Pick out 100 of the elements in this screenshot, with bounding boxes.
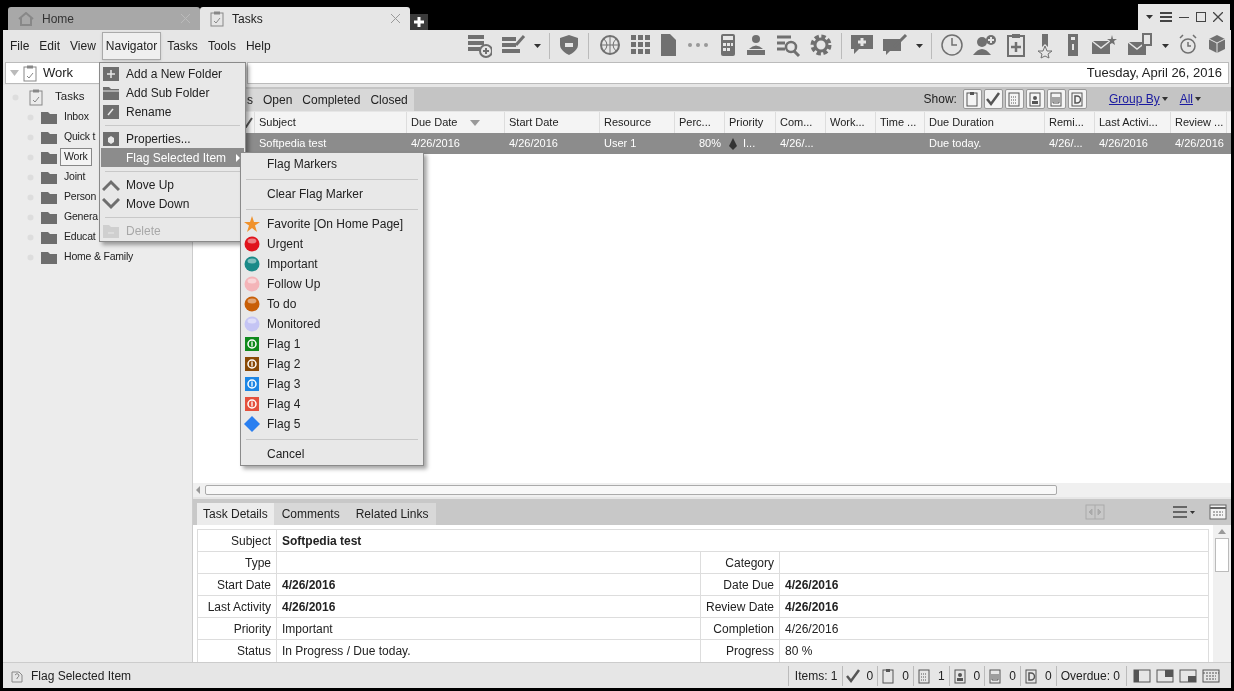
caret-icon[interactable] (1161, 97, 1168, 101)
layout-right-icon[interactable] (1156, 667, 1174, 684)
layout-split-icon[interactable] (1179, 667, 1197, 684)
close-icon[interactable] (1212, 12, 1223, 22)
filter-link[interactable]: All (1179, 90, 1193, 108)
menu-item[interactable]: Flag 4 (242, 394, 422, 414)
tree-item[interactable]: Joint (64, 169, 86, 185)
horizontal-scrollbar-thumb[interactable] (205, 485, 1057, 495)
field-label: Priority (198, 618, 277, 639)
field-value: 4/26/2016 (281, 598, 336, 616)
menu-item[interactable]: Help (240, 32, 276, 60)
caret-icon[interactable] (1145, 15, 1153, 19)
folder-remove-icon (103, 223, 119, 238)
folder-icon (41, 250, 57, 264)
folder-add-icon (103, 66, 119, 81)
field-value: 4/26/2016 (784, 598, 839, 616)
document-icon (1069, 91, 1086, 107)
vertical-scrollbar[interactable] (1213, 525, 1231, 662)
clipboard-add-icon[interactable] (1006, 33, 1026, 59)
calculator-icon[interactable] (719, 33, 737, 59)
tab[interactable]: Tasks (200, 7, 410, 30)
list-menu-icon[interactable] (1173, 506, 1195, 518)
tab[interactable]: Home (8, 7, 200, 30)
menu-item[interactable]: File (5, 32, 35, 60)
group-by-link[interactable]: Group By (1108, 90, 1160, 108)
field-value: Softpedia test (281, 532, 362, 550)
menu-item[interactable]: Follow Up (242, 274, 422, 294)
tree-item[interactable]: Genera (64, 209, 98, 225)
tree-item[interactable]: Home & Family (64, 249, 134, 265)
tree-item[interactable]: Tasks (55, 88, 85, 106)
menu-item[interactable]: Monitored (242, 314, 422, 334)
layout-table-icon[interactable] (1202, 667, 1220, 684)
menu-item[interactable]: View (65, 32, 101, 60)
menu-item[interactable]: Move Down (101, 194, 244, 213)
menu-item[interactable]: Rename (101, 102, 244, 121)
tree-item[interactable]: Educat (64, 229, 96, 245)
show-toggle-button[interactable] (1004, 89, 1024, 109)
menu-item[interactable]: Cancel (242, 444, 422, 464)
menu-item[interactable]: Tasks (162, 32, 203, 60)
menu-item[interactable]: To do (242, 294, 422, 314)
filter-tab[interactable]: Closed (370, 91, 408, 109)
field-value: Important (281, 620, 333, 638)
menu-item[interactable]: Navigator (101, 32, 162, 60)
list-add-icon[interactable] (466, 33, 492, 59)
sort-arrow-icon[interactable] (470, 120, 480, 126)
show-toggle-button[interactable] (962, 89, 982, 109)
search-list-icon[interactable] (775, 33, 801, 59)
menu-item[interactable]: Move Up (101, 175, 244, 194)
menu-item[interactable]: Flag 5 (242, 414, 422, 434)
menu-item[interactable]: Clear Flag Marker (242, 184, 422, 204)
count-label: 0 (1044, 667, 1052, 685)
menu-item[interactable]: Add a New Folder (101, 64, 244, 83)
menu-item[interactable]: Important (242, 254, 422, 274)
tab[interactable]: Task Details (197, 503, 274, 525)
check-icon (985, 91, 1002, 107)
field-value: 4/26/2016 (784, 576, 839, 594)
menu-item[interactable]: Flag Markers (242, 154, 422, 174)
menu-item[interactable]: Favorite [On Home Page] (242, 214, 422, 234)
tab[interactable]: Comments (273, 503, 348, 525)
filter-tab[interactable]: Open (263, 91, 293, 109)
tree-item[interactable]: Inbox (64, 109, 89, 125)
clock-icon[interactable] (940, 33, 964, 59)
show-toggle-button[interactable] (1067, 89, 1087, 109)
table-cell-text: User 1 (604, 136, 637, 152)
caret-icon[interactable] (1195, 97, 1201, 101)
show-toggle-button[interactable] (983, 89, 1003, 109)
show-toggle-button[interactable] (1025, 89, 1045, 109)
table-cell-text: 4/26/2016 (1175, 136, 1224, 152)
menu-item[interactable]: Urgent (242, 234, 422, 254)
tree-item[interactable]: Person (64, 189, 97, 205)
field-value: 4/26/2016 (281, 576, 336, 594)
new-tab-icon[interactable] (410, 14, 428, 30)
menu-item[interactable]: Edit (34, 32, 66, 60)
trash-icon (1048, 91, 1065, 107)
show-toggle-button[interactable] (1046, 89, 1066, 109)
filter-tab[interactable]: s (247, 91, 253, 109)
menu-item[interactable]: Flag 1 (242, 334, 422, 354)
table-cell-text: 4/26/... (780, 136, 814, 152)
items-count: Items: 1 (794, 667, 838, 685)
menu-item[interactable]: Add Sub Folder (101, 83, 244, 102)
layout-left-icon[interactable] (1133, 667, 1151, 684)
field-label: Start Date (198, 574, 277, 595)
scroll-left-icon[interactable] (195, 486, 201, 494)
scroll-up-icon[interactable] (1218, 529, 1226, 534)
tab[interactable]: Related Links (347, 503, 437, 525)
calendar-icon (915, 667, 932, 684)
table-cell-text: 4/26/2016 (411, 136, 460, 152)
menu-item[interactable]: Tools (202, 32, 241, 60)
document-icon[interactable] (659, 33, 677, 59)
scrollbar-thumb[interactable] (1215, 538, 1229, 572)
field-label: Completion (701, 618, 780, 639)
tree-item[interactable]: Work (60, 148, 92, 166)
calendar-view-icon[interactable] (1209, 504, 1227, 520)
tree-item[interactable]: Quick t (64, 129, 96, 145)
table-cell-text: 4/26/2016 (509, 136, 558, 152)
menu-item[interactable]: Flag 2 (242, 354, 422, 374)
filter-tab[interactable]: Completed (302, 91, 361, 109)
menu-icon[interactable] (1159, 12, 1172, 22)
maximize-icon[interactable] (1195, 12, 1206, 22)
menu-item[interactable]: Flag 3 (242, 374, 422, 394)
